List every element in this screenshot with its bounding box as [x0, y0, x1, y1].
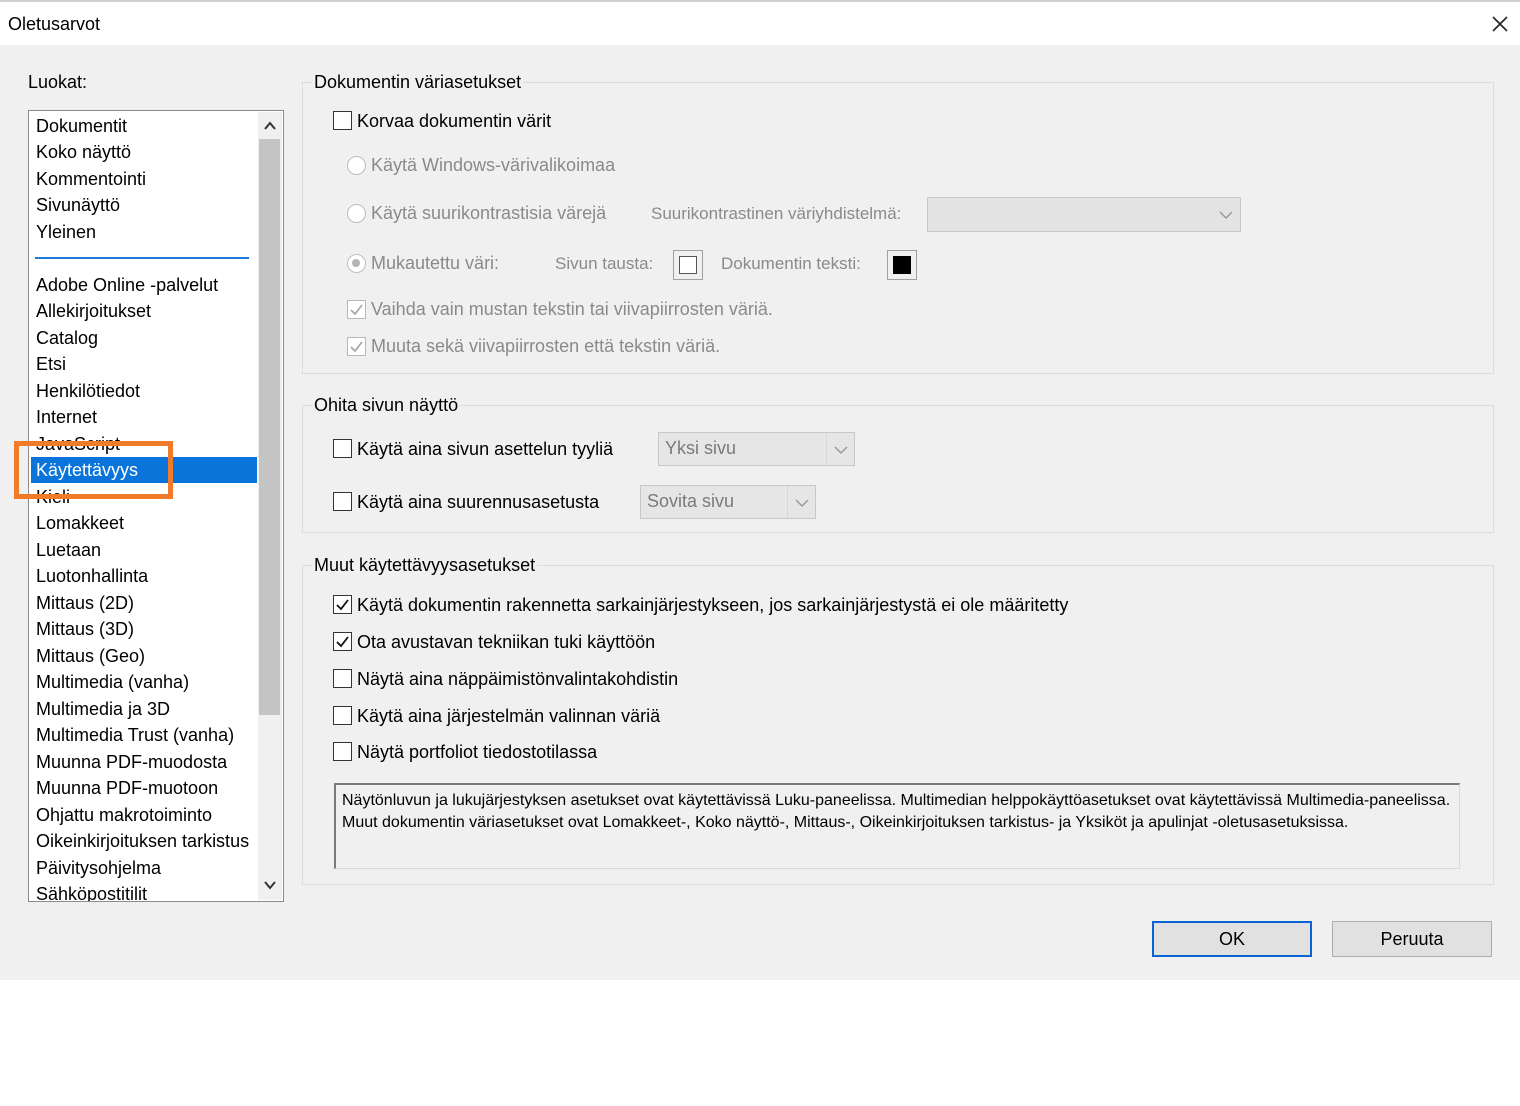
list-item[interactable]: Luetaan [31, 537, 257, 563]
list-item[interactable]: Multimedia (vanha) [31, 669, 257, 695]
cancel-button[interactable]: Peruuta [1332, 921, 1492, 957]
list-item[interactable]: Päivitysohjelma [31, 855, 257, 881]
list-item[interactable]: Sivunäyttö [31, 192, 257, 218]
page-background-label: Sivun tausta: [555, 254, 654, 273]
list-item[interactable]: Luotonhallinta [31, 563, 257, 589]
chevron-down-icon [787, 486, 815, 518]
info-text: Näytönluvun ja lukujärjestyksen asetukse… [334, 783, 1460, 869]
close-icon[interactable] [1486, 10, 1514, 38]
page-display-group [302, 405, 1494, 533]
categories-label: Luokat: [28, 72, 88, 92]
keyboard-cursor-label: Näytä aina näppäimistönvalintakohdistin [357, 669, 679, 689]
title-bar: Oletusarvot [0, 0, 1520, 45]
system-selection-color-checkbox[interactable] [333, 706, 352, 725]
list-item[interactable]: Adobe Online -palvelut [31, 272, 257, 298]
scroll-up-icon[interactable] [262, 118, 278, 134]
page-background-swatch[interactable] [673, 250, 703, 280]
custom-color-radio[interactable] [347, 254, 366, 273]
color-settings-title: Dokumentin väriasetukset [312, 72, 524, 93]
windows-palette-radio[interactable] [347, 156, 366, 175]
layout-style-select[interactable]: Yksi sivu [658, 432, 855, 466]
zoom-checkbox[interactable] [333, 492, 352, 511]
list-item[interactable]: Kommentointi [31, 166, 257, 192]
line-art-and-text-checkbox[interactable] [347, 337, 366, 356]
layout-style-label: Käytä aina sivun asettelun tyyliä [357, 439, 614, 459]
list-item[interactable]: Mittaus (Geo) [31, 643, 257, 669]
list-item[interactable]: Koko näyttö [31, 139, 257, 165]
windows-palette-label: Käytä Windows-värivalikoimaa [371, 155, 616, 175]
custom-color-label: Mukautettu väri: [371, 253, 500, 273]
zoom-value: Sovita sivu [647, 491, 735, 511]
document-text-swatch[interactable] [887, 250, 917, 280]
assistive-tech-label: Ota avustavan tekniikan tuki käyttöön [357, 632, 656, 652]
list-item[interactable]: Sähköpostitilit [31, 881, 257, 901]
list-separator [35, 257, 249, 259]
annotation-highlight [14, 441, 173, 499]
window-title: Oletusarvot [8, 14, 101, 34]
scroll-down-icon[interactable] [262, 877, 278, 893]
list-item[interactable]: Mittaus (3D) [31, 616, 257, 642]
list-item[interactable]: Henkilötiedot [31, 378, 257, 404]
system-selection-color-label: Käytä aina järjestelmän valinnan väriä [357, 706, 661, 726]
layout-style-checkbox[interactable] [333, 439, 352, 458]
assistive-tech-checkbox[interactable] [333, 632, 352, 651]
list-item[interactable]: Yleinen [31, 219, 257, 245]
other-settings-title: Muut käytettävyysasetukset [312, 555, 538, 576]
list-item[interactable]: Muunna PDF-muodosta [31, 749, 257, 775]
list-item[interactable]: Multimedia ja 3D [31, 696, 257, 722]
zoom-select[interactable]: Sovita sivu [640, 485, 816, 519]
list-item[interactable]: Oikeinkirjoituksen tarkistus [31, 828, 257, 854]
portfolio-file-mode-checkbox[interactable] [333, 742, 352, 761]
high-contrast-scheme-select[interactable] [927, 197, 1241, 232]
list-item[interactable]: Catalog [31, 325, 257, 351]
list-item[interactable]: Etsi [31, 351, 257, 377]
tab-order-label: Käytä dokumentin rakennetta sarkainjärje… [357, 595, 1069, 615]
preferences-dialog: Oletusarvot Luokat: Dokumentit Koko näyt… [0, 0, 1520, 980]
ok-button[interactable]: OK [1152, 921, 1312, 957]
keyboard-cursor-checkbox[interactable] [333, 669, 352, 688]
high-contrast-radio[interactable] [347, 204, 366, 223]
categories-list[interactable]: Dokumentit Koko näyttö Kommentointi Sivu… [28, 110, 284, 902]
replace-colors-label: Korvaa dokumentin värit [357, 111, 552, 131]
portfolio-file-mode-label: Näytä portfoliot tiedostotilassa [357, 742, 598, 762]
list-item[interactable]: Lomakkeet [31, 510, 257, 536]
tab-order-checkbox[interactable] [333, 595, 352, 614]
list-item[interactable]: Ohjattu makrotoiminto [31, 802, 257, 828]
list-item[interactable]: Internet [31, 404, 257, 430]
list-item[interactable]: Muunna PDF-muotoon [31, 775, 257, 801]
high-contrast-label: Käytä suurikontrastisia värejä [371, 203, 607, 223]
page-display-title: Ohita sivun näyttö [312, 395, 461, 416]
zoom-label: Käytä aina suurennusasetusta [357, 492, 600, 512]
scrollbar-thumb[interactable] [259, 139, 280, 715]
chevron-down-icon [826, 433, 854, 465]
replace-colors-checkbox[interactable] [333, 111, 352, 130]
line-art-and-text-label: Muuta sekä viivapiirrosten että tekstin … [371, 336, 721, 356]
list-item[interactable]: Multimedia Trust (vanha) [31, 722, 257, 748]
layout-style-value: Yksi sivu [665, 438, 737, 458]
chevron-down-icon [1212, 198, 1240, 231]
only-black-text-label: Vaihda vain mustan tekstin tai viivapiir… [371, 299, 773, 319]
high-contrast-scheme-label: Suurikontrastinen väriyhdistelmä: [651, 204, 902, 223]
only-black-text-checkbox[interactable] [347, 300, 366, 319]
document-text-label: Dokumentin teksti: [721, 254, 861, 273]
list-item[interactable]: Dokumentit [31, 113, 257, 139]
list-item[interactable]: Allekirjoitukset [31, 298, 257, 324]
list-item[interactable]: Mittaus (2D) [31, 590, 257, 616]
